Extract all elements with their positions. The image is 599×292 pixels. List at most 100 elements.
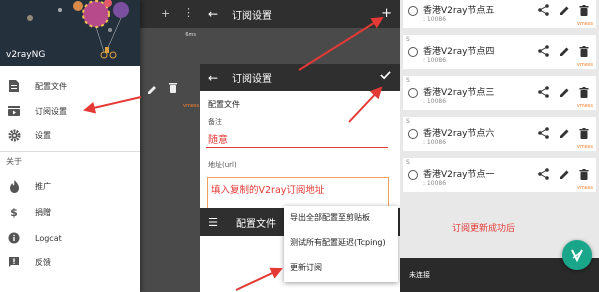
background-list xyxy=(140,28,200,292)
delete-icon[interactable] xyxy=(578,168,590,180)
edit-icon[interactable] xyxy=(558,86,570,98)
connect-fab[interactable] xyxy=(562,240,592,270)
server-name: 香港V2ray节点五 xyxy=(423,6,495,16)
background-badge: 6ms xyxy=(185,32,196,38)
edit-icon[interactable] xyxy=(558,168,570,180)
menu-item-export-clipboard[interactable]: 导出全部配置至剪贴板 xyxy=(290,212,370,223)
server-type: S xyxy=(406,77,410,84)
drawer-item-subscription[interactable]: 订阅设置 xyxy=(0,100,140,122)
server-card[interactable]: S 香港V2ray节点六: 10086 vmess xyxy=(403,117,596,151)
drawer-section-about: 关于 xyxy=(6,157,22,166)
server-radio[interactable] xyxy=(408,47,418,57)
background-row-icons xyxy=(144,80,198,100)
server-radio[interactable] xyxy=(408,88,418,98)
background-more-icon: ⋮ xyxy=(183,6,194,19)
menu-item-update-subscription[interactable]: 更新订阅 xyxy=(290,262,322,273)
file-icon xyxy=(7,79,21,93)
feedback-icon xyxy=(7,255,21,269)
server-name: 香港V2ray节点四 xyxy=(423,47,495,57)
page-title: 订阅设置 xyxy=(232,10,272,22)
drawer-item-settings[interactable]: 设置 xyxy=(0,124,140,146)
drawer-item-label: 订阅设置 xyxy=(35,106,67,116)
server-card[interactable]: S 香港V2ray节点四: 10086 vmess xyxy=(403,35,596,69)
share-icon[interactable] xyxy=(537,168,549,180)
v2ray-icon xyxy=(571,249,583,262)
subscription-panel: ← 订阅设置 + ← 订阅设置 配置文件 备注 随意 地址(url) 填入复制的… xyxy=(200,0,400,292)
dollar-icon: $ xyxy=(10,205,18,219)
delete-icon[interactable] xyxy=(578,86,590,98)
check-icon[interactable] xyxy=(380,69,391,84)
remarks-input[interactable]: 随意 xyxy=(208,131,228,146)
server-type: S xyxy=(406,0,410,2)
edit-page-title: 订阅设置 xyxy=(232,74,272,85)
server-name: 香港V2ray节点一 xyxy=(423,170,495,180)
share-icon[interactable] xyxy=(537,86,549,98)
share-icon[interactable] xyxy=(537,45,549,57)
url-input[interactable]: 填入复制的V2ray订阅地址 xyxy=(207,177,389,209)
server-protocol-tag: vmess xyxy=(576,144,593,150)
share-icon[interactable] xyxy=(537,127,549,139)
subscription-icon xyxy=(7,104,21,118)
drawer-panel: + ⋮ 6ms vmess v2rayNG 配置文件 订阅设置 设置 关于 推广… xyxy=(0,0,200,292)
server-type: S xyxy=(406,159,410,166)
server-radio[interactable] xyxy=(408,129,418,139)
server-address: : 10086 xyxy=(423,180,447,187)
drawer-item-label: 推广 xyxy=(35,181,51,191)
update-success-message: 订阅更新成功后 xyxy=(452,224,516,234)
menu-item-test-latency[interactable]: 测试所有配置延迟(Tcping) xyxy=(290,237,386,248)
gear-icon xyxy=(7,128,21,142)
menu-hamburger-icon[interactable]: ☰ xyxy=(200,216,226,229)
server-name: 香港V2ray节点六 xyxy=(423,129,495,139)
drawer-item-profiles[interactable]: 配置文件 xyxy=(0,75,140,97)
drawer-item-label: 配置文件 xyxy=(35,81,67,91)
overflow-menu: 导出全部配置至剪贴板 测试所有配置延迟(Tcping) 更新订阅 xyxy=(284,206,398,282)
app-name: v2rayNG xyxy=(6,50,46,60)
background-add-icon: + xyxy=(161,7,171,20)
back-arrow-icon[interactable]: ← xyxy=(200,7,226,21)
subscription-list-toolbar: ← 订阅设置 + xyxy=(200,0,400,28)
server-name: 香港V2ray节点三 xyxy=(423,88,495,98)
server-protocol-tag: vmess xyxy=(576,185,593,191)
edit-icon[interactable] xyxy=(558,45,570,57)
delete-icon[interactable] xyxy=(578,45,590,57)
back-arrow-icon[interactable]: ← xyxy=(200,71,226,85)
drawer-item-donate[interactable]: $ 捐赠 xyxy=(0,201,140,223)
server-radio[interactable] xyxy=(408,6,418,16)
server-address: : 10086 xyxy=(423,16,447,23)
background-toolbar: + ⋮ xyxy=(140,0,200,28)
server-type: S xyxy=(406,118,410,125)
form-section-title: 配置文件 xyxy=(208,100,240,109)
server-card[interactable]: S 香港V2ray节点五: 10086 vmess xyxy=(403,0,596,28)
fire-icon xyxy=(7,179,21,193)
delete-icon[interactable] xyxy=(578,127,590,139)
edit-icon[interactable] xyxy=(558,127,570,139)
drawer-item-label: Logcat xyxy=(35,233,62,243)
drawer-item-promotion[interactable]: 推广 xyxy=(0,175,140,197)
remarks-label: 备注 xyxy=(208,118,222,126)
plus-icon[interactable]: + xyxy=(381,6,392,21)
drawer-item-label: 反馈 xyxy=(35,257,51,267)
drawer-item-feedback[interactable]: 反馈 xyxy=(0,251,140,273)
server-protocol-tag: vmess xyxy=(576,21,593,27)
server-address: : 10086 xyxy=(423,98,447,105)
url-input-value: 填入复制的V2ray订阅地址 xyxy=(211,185,325,196)
server-address: : 10086 xyxy=(423,139,447,146)
edit-icon[interactable] xyxy=(558,4,570,16)
server-type: S xyxy=(406,36,410,43)
server-card[interactable]: S 香港V2ray节点三: 10086 vmess xyxy=(403,76,596,110)
drawer-divider xyxy=(0,151,140,152)
delete-icon[interactable] xyxy=(578,4,590,16)
profile-title: 配置文件 xyxy=(236,218,276,230)
background-vmess-tag: vmess xyxy=(183,103,200,109)
server-protocol-tag: vmess xyxy=(576,62,593,68)
server-card[interactable]: S 香港V2ray节点一: 10086 vmess xyxy=(403,158,596,192)
connection-status: 未连接 xyxy=(409,271,430,279)
url-label: 地址(url) xyxy=(208,161,237,169)
drawer-item-label: 设置 xyxy=(35,130,51,140)
subscription-list-dimmed xyxy=(200,28,400,66)
server-protocol-tag: vmess xyxy=(576,103,593,109)
share-icon[interactable] xyxy=(537,4,549,16)
server-radio[interactable] xyxy=(408,170,418,180)
subscription-edit-toolbar: ← 订阅设置 xyxy=(200,64,400,91)
drawer-item-logcat[interactable]: Logcat xyxy=(0,227,140,249)
